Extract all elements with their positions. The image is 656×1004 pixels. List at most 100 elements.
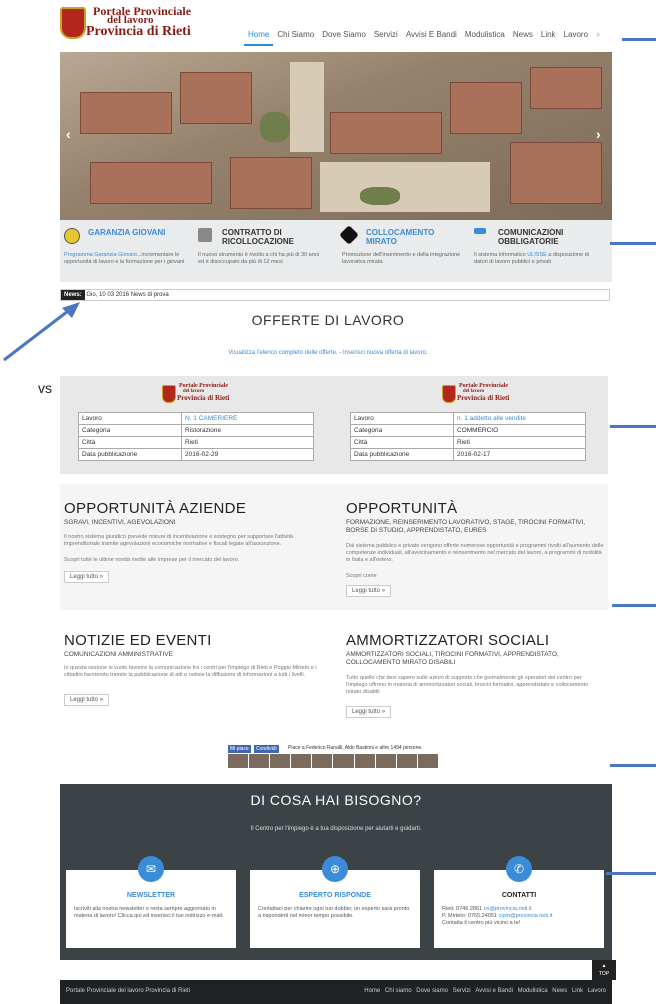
annotation-line	[610, 425, 656, 428]
nav-news[interactable]: News	[509, 26, 537, 46]
opp-aziende-title: OPPORTUNITÀ AZIENDE	[64, 500, 247, 517]
news-text: In questa sezione si vuole favorire la c…	[64, 665, 317, 678]
hero-roof	[180, 72, 252, 124]
card-desc: Rieti: 0746.2861 cri@provincia.rieti.it …	[442, 906, 553, 926]
hero-roof	[510, 142, 602, 204]
lifebuoy-icon: ⊕	[322, 856, 348, 882]
chevron-right-icon[interactable]: ›	[596, 126, 601, 142]
email-link[interactable]: cri@provincia.rieti.it	[484, 906, 532, 912]
nav-home[interactable]: Home	[244, 26, 274, 46]
job-key: Categoria	[78, 424, 182, 437]
job-key: Data pubblicazione	[78, 448, 182, 461]
read-more-button[interactable]: Leggi tutto »	[346, 706, 392, 718]
coat-of-arms-icon	[60, 7, 86, 39]
hero-roof	[330, 112, 442, 154]
read-more-button[interactable]: Leggi tutto »	[64, 571, 110, 583]
news-ticker[interactable]: News: Gio, 10 03 2016 News di prova	[60, 289, 610, 301]
footer-link[interactable]: Avvisi e Bandi	[475, 988, 513, 994]
service-title: COLLOCAMENTO MIRATO	[366, 228, 435, 246]
table-row: Data pubblicazione 2016-02-29	[78, 448, 314, 461]
footer-link[interactable]: Lavoro	[588, 988, 606, 994]
job-key: Lavoro	[78, 412, 182, 425]
avatar[interactable]	[312, 754, 333, 768]
card-desc: Contattaci per chiarire ogni tuo dubbio;…	[258, 906, 410, 919]
nav-modulistica[interactable]: Modulistica	[461, 26, 509, 46]
share-button[interactable]: Condividi	[254, 745, 279, 753]
table-row: Categoria COMMERCIO	[350, 424, 586, 437]
job-table: Lavoro N. 1 CAMERIERE Categoria Ristorazio…	[78, 412, 314, 461]
hero-slider[interactable]: ‹ ›	[60, 52, 612, 220]
footer-nav: Home Chi siamo Dove siamo Servizi Avvisi…	[361, 988, 606, 994]
job-key: Città	[350, 436, 454, 449]
annotation-line	[606, 872, 656, 875]
logo-line3: Provincia di Rieti	[86, 24, 191, 39]
avatar[interactable]	[270, 754, 291, 768]
read-more-button[interactable]: Leggi tutto »	[64, 694, 110, 706]
hero-roof	[80, 92, 172, 134]
card-desc: Iscriviti alla nostra newsletter e resta…	[74, 906, 224, 919]
nav-chi-siamo[interactable]: Chi Siamo	[273, 26, 318, 46]
annotation-line	[622, 38, 656, 41]
hero-roof	[450, 82, 522, 134]
avatar[interactable]	[291, 754, 312, 768]
amm-text: Tutto quello che devi sapere sulle azion…	[346, 675, 589, 695]
hero-roof	[90, 162, 212, 204]
ricollocazione-icon	[198, 228, 212, 242]
card-title: ESPERTO RISPONDE	[299, 892, 371, 899]
footer-link[interactable]: Modulistica	[518, 988, 548, 994]
card-title: CONTATTI	[501, 892, 537, 899]
search-icon[interactable]: ⌕	[592, 26, 604, 46]
hero-tree	[260, 112, 290, 142]
footer-link[interactable]: Home	[364, 988, 380, 994]
nav-link[interactable]: Link	[537, 26, 560, 46]
job-value: Rieti	[181, 436, 314, 449]
avatar[interactable]	[396, 754, 417, 768]
site-logo[interactable]: Portale Provinciale del lavoro Provincia…	[60, 3, 200, 47]
service-desc: Il nuovo strumento è rivolto a chi ha pi…	[198, 252, 320, 265]
nav-dove-siamo[interactable]: Dove Siamo	[318, 26, 370, 46]
hero-roof	[230, 157, 312, 209]
service-desc: Programma Garanzia Giovani...incrementar…	[64, 252, 185, 265]
table-row: Categoria Ristorazione	[78, 424, 314, 437]
chevron-left-icon[interactable]: ‹	[66, 126, 71, 142]
avatar[interactable]	[417, 754, 438, 768]
opp-subtitle: FORMAZIONE, REINSERIMENTO LAVORATIVO, ST…	[346, 519, 586, 534]
avatar[interactable]	[249, 754, 270, 768]
job-value: 2016-02-29	[181, 448, 314, 461]
avatar[interactable]	[375, 754, 396, 768]
nav-avvisi-bandi[interactable]: Avvisi E Bandi	[402, 26, 461, 46]
opp-title: OPPORTUNITÀ	[346, 500, 458, 517]
job-title-link[interactable]: N. 1 CAMERIERE	[181, 412, 314, 425]
footer-link[interactable]: Chi siamo	[385, 988, 412, 994]
footer-link[interactable]: Servizi	[453, 988, 471, 994]
table-row: Lavoro N. 1 CAMERIERE	[78, 412, 314, 425]
footer-link[interactable]: News	[552, 988, 567, 994]
amm-title: AMMORTIZZATORI SOCIALI	[346, 632, 550, 649]
footer: Portale Provinciale del lavoro Provincia…	[60, 980, 612, 1004]
ticker-text[interactable]: Gio, 10 03 2016 News di prova	[86, 292, 168, 298]
job-logo: Portale Provinciale del lavoro Provincia…	[442, 382, 512, 408]
annotation-text: vs	[38, 380, 52, 396]
footer-link[interactable]: Link	[572, 988, 583, 994]
avatar[interactable]	[333, 754, 354, 768]
footer-link[interactable]: Dove siamo	[416, 988, 448, 994]
job-logo: Portale Provinciale del lavoro Provincia…	[162, 382, 232, 408]
offerte-links[interactable]: Visualizza l'elenco completo delle offer…	[0, 350, 656, 356]
nav-lavoro[interactable]: Lavoro	[560, 26, 592, 46]
like-button[interactable]: Mi piace	[228, 745, 251, 753]
table-row: Città Rieti	[78, 436, 314, 449]
needs-title: DI COSA HAI BISOGNO?	[250, 792, 422, 808]
avatar[interactable]	[228, 754, 249, 768]
annotation-line	[610, 242, 656, 245]
facebook-widget: Mi piace Condividi Piace a Federico Rana…	[228, 745, 438, 773]
back-to-top-button[interactable]: ▲ TOP	[592, 960, 616, 980]
table-row: Città Rieti	[350, 436, 586, 449]
avatar[interactable]	[354, 754, 375, 768]
nav-servizi[interactable]: Servizi	[370, 26, 402, 46]
service-title: CONTRATTO DI RICOLLOCAZIONE	[222, 228, 294, 246]
read-more-button[interactable]: Leggi tutto »	[346, 585, 392, 597]
email-link[interactable]: cipm@provincia.rieti.it	[498, 913, 552, 919]
job-value: Ristorazione	[181, 424, 314, 437]
job-title-link[interactable]: n. 1 addetto alle vendite	[453, 412, 586, 425]
coat-of-arms-icon	[442, 385, 456, 403]
